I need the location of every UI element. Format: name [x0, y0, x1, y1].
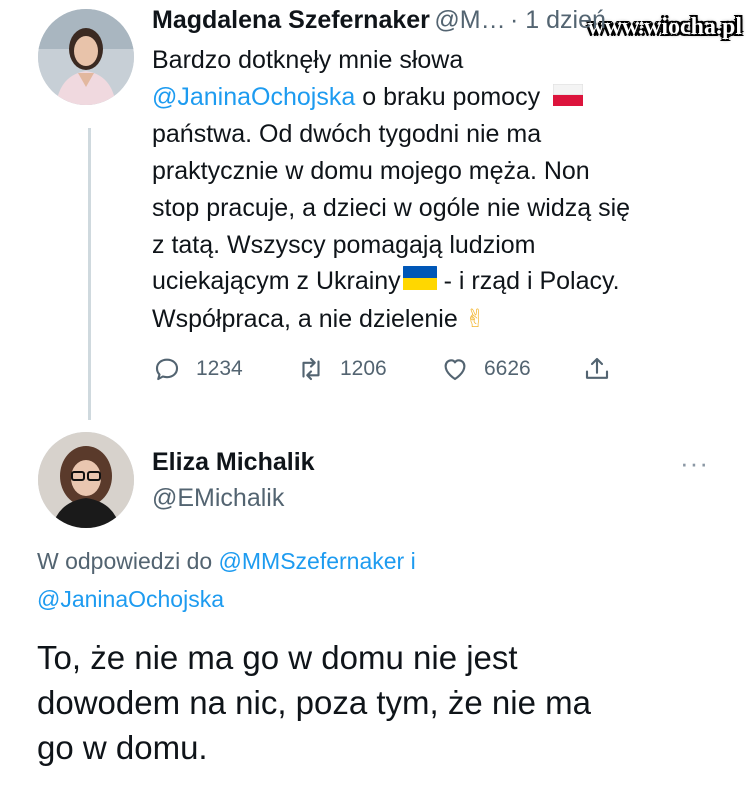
text-segment: uciekającym z Ukrainy [152, 267, 401, 296]
text-segment: Współpraca, a nie dzielenie [152, 304, 458, 333]
retweet-button[interactable]: 1206 [296, 354, 387, 384]
thread-line [88, 128, 91, 420]
author-name[interactable]: Magdalena Szefernaker [152, 6, 430, 34]
author-name[interactable]: Eliza Michalik [152, 448, 315, 477]
share-icon [585, 357, 609, 379]
tweet1-text: Bardzo dotknęły mnie słowa @JaninaOchojs… [152, 42, 732, 338]
text-line: praktycznie w domu mojego męża. Non [152, 157, 590, 186]
reply-and: i [410, 548, 416, 574]
avatar-image [38, 9, 134, 105]
reply-button[interactable]: 1234 [152, 354, 243, 384]
retweet-count: 1206 [340, 357, 387, 380]
mention-link[interactable]: @JaninaOchojska [152, 83, 355, 111]
ukraine-flag-icon [402, 264, 437, 301]
victory-hand-icon: ✌ [464, 304, 486, 333]
replying-to: W odpowiedzi do @MMSzefernaker i @Janina… [37, 542, 717, 618]
share-button[interactable] [582, 354, 612, 384]
reply-prefix: W odpowiedzi do [37, 548, 213, 574]
reply-count: 1234 [196, 357, 243, 380]
tweet-time[interactable]: · 1 dzień [510, 6, 606, 34]
retweet-icon [302, 357, 320, 381]
heart-icon [444, 359, 466, 381]
text-line: stop pracuje, a dzieci w ogóle nie widzą… [152, 193, 631, 222]
text-line: @JaninaOchojska o braku pomocy [152, 79, 732, 117]
author-handle[interactable]: @EMichalik [152, 484, 284, 513]
reply-icon [155, 358, 179, 381]
text-segment: - i rząd i Polacy. [436, 267, 620, 296]
author-handle[interactable]: @M… [434, 6, 505, 34]
mention-link[interactable]: @MMSzefernaker [219, 548, 405, 574]
like-count: 6626 [484, 357, 531, 380]
avatar-eliza[interactable] [38, 432, 134, 528]
tweet1-header: Magdalena Szefernaker @M… · 1 dzień [152, 6, 606, 35]
tweet2-text: To, że nie ma go w domu nie jest dowodem… [37, 635, 737, 770]
text-line: Współpraca, a nie dzielenie ✌ [152, 301, 732, 338]
text-line: To, że nie ma go w domu nie jest [37, 639, 518, 676]
avatar-image [38, 432, 134, 528]
text-line: uciekającym z Ukrainy - i rząd i Polacy. [152, 263, 732, 301]
text-line: z tatą. Wszyscy pomagają ludziom [152, 230, 536, 259]
mention-link[interactable]: @JaninaOchojska [37, 586, 224, 612]
watermark: www.wiocha.pl [587, 14, 742, 40]
poland-flag-icon [553, 80, 584, 117]
text-line: państwa. Od dwóch tygodni nie ma [152, 120, 542, 149]
text-segment: o braku pomocy [362, 82, 541, 111]
text-line: Bardzo dotknęły mnie słowa [152, 46, 464, 74]
text-line: go w domu. [37, 729, 208, 766]
avatar-magdalena[interactable] [38, 9, 134, 105]
more-options-icon[interactable]: ··· [680, 448, 709, 479]
text-line: dowodem na nic, poza tym, że nie ma [37, 684, 591, 721]
like-button[interactable]: 6626 [440, 354, 531, 384]
